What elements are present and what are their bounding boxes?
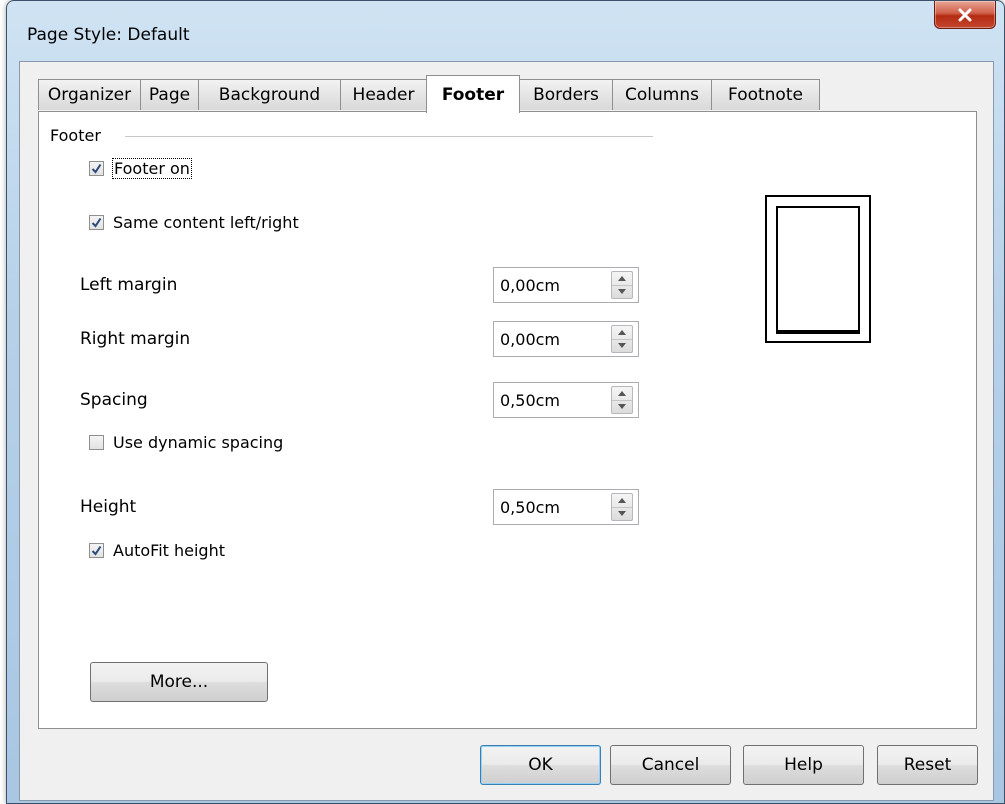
tab-organizer[interactable]: Organizer bbox=[38, 79, 141, 110]
left-margin-value[interactable]: 0,00cm bbox=[494, 276, 611, 295]
checkmark-icon bbox=[91, 163, 102, 174]
checkbox-box[interactable] bbox=[89, 435, 104, 450]
spin-down-icon[interactable] bbox=[612, 338, 632, 353]
spin-buttons[interactable] bbox=[611, 325, 633, 353]
spin-down-icon[interactable] bbox=[612, 399, 632, 414]
reset-button[interactable]: Reset bbox=[877, 745, 978, 785]
spin-up-icon[interactable] bbox=[612, 387, 632, 400]
ok-button[interactable]: OK bbox=[480, 745, 601, 785]
cancel-button[interactable]: Cancel bbox=[610, 745, 731, 785]
right-margin-value[interactable]: 0,00cm bbox=[494, 330, 611, 349]
dialog-window: Page Style: Default Organizer Page Backg… bbox=[6, 0, 1005, 804]
dialog-body: Organizer Page Background Header Footer … bbox=[19, 61, 994, 801]
height-spinbox[interactable]: 0,50cm bbox=[493, 489, 639, 525]
spacing-label: Spacing bbox=[80, 390, 148, 410]
footer-group-label: Footer bbox=[50, 126, 101, 145]
height-label: Height bbox=[80, 497, 137, 517]
tab-background[interactable]: Background bbox=[198, 79, 341, 110]
spacing-value[interactable]: 0,50cm bbox=[494, 391, 611, 410]
spin-down-icon[interactable] bbox=[612, 506, 632, 521]
tab-columns[interactable]: Columns bbox=[612, 79, 712, 110]
left-margin-spinbox[interactable]: 0,00cm bbox=[493, 267, 639, 303]
help-button[interactable]: Help bbox=[743, 745, 864, 785]
height-value[interactable]: 0,50cm bbox=[494, 498, 611, 517]
spin-buttons[interactable] bbox=[611, 493, 633, 521]
group-divider bbox=[125, 136, 653, 137]
right-margin-spinbox[interactable]: 0,00cm bbox=[493, 321, 639, 357]
dynamic-spacing-label: Use dynamic spacing bbox=[113, 433, 284, 452]
preview-page-body bbox=[776, 206, 860, 332]
window-title: Page Style: Default bbox=[27, 25, 190, 45]
checkmark-icon bbox=[91, 217, 102, 228]
spin-down-icon[interactable] bbox=[612, 284, 632, 299]
tab-page[interactable]: Page bbox=[140, 79, 199, 110]
tab-borders[interactable]: Borders bbox=[519, 79, 613, 110]
checkbox-box[interactable] bbox=[89, 161, 104, 176]
autofit-height-label: AutoFit height bbox=[113, 541, 225, 560]
close-button[interactable] bbox=[934, 1, 996, 29]
spin-up-icon[interactable] bbox=[612, 272, 632, 285]
spin-buttons[interactable] bbox=[611, 386, 633, 414]
footer-tab-page: Footer Footer on Same content left/right… bbox=[38, 111, 977, 729]
tab-footer[interactable]: Footer bbox=[426, 75, 520, 113]
spin-up-icon[interactable] bbox=[612, 494, 632, 507]
spacing-spinbox[interactable]: 0,50cm bbox=[493, 382, 639, 418]
checkmark-icon bbox=[91, 545, 102, 556]
footer-on-label: Footer on bbox=[112, 158, 192, 179]
right-margin-label: Right margin bbox=[80, 329, 191, 349]
preview-footer-bar bbox=[776, 330, 860, 334]
checkbox-box[interactable] bbox=[89, 215, 104, 230]
spin-buttons[interactable] bbox=[611, 271, 633, 299]
title-bar: Page Style: Default bbox=[7, 1, 1004, 61]
dynamic-spacing-checkbox[interactable]: Use dynamic spacing bbox=[89, 433, 283, 452]
footer-on-checkbox[interactable]: Footer on bbox=[89, 158, 192, 179]
close-icon bbox=[958, 8, 972, 21]
same-content-label: Same content left/right bbox=[113, 213, 299, 232]
tab-header[interactable]: Header bbox=[340, 79, 427, 110]
autofit-height-checkbox[interactable]: AutoFit height bbox=[89, 541, 225, 560]
left-margin-label: Left margin bbox=[80, 275, 178, 295]
tab-footnote[interactable]: Footnote bbox=[711, 79, 820, 110]
same-content-checkbox[interactable]: Same content left/right bbox=[89, 213, 299, 232]
more-button[interactable]: More... bbox=[90, 662, 268, 702]
spin-up-icon[interactable] bbox=[612, 326, 632, 339]
checkbox-box[interactable] bbox=[89, 543, 104, 558]
footer-preview bbox=[765, 195, 871, 343]
